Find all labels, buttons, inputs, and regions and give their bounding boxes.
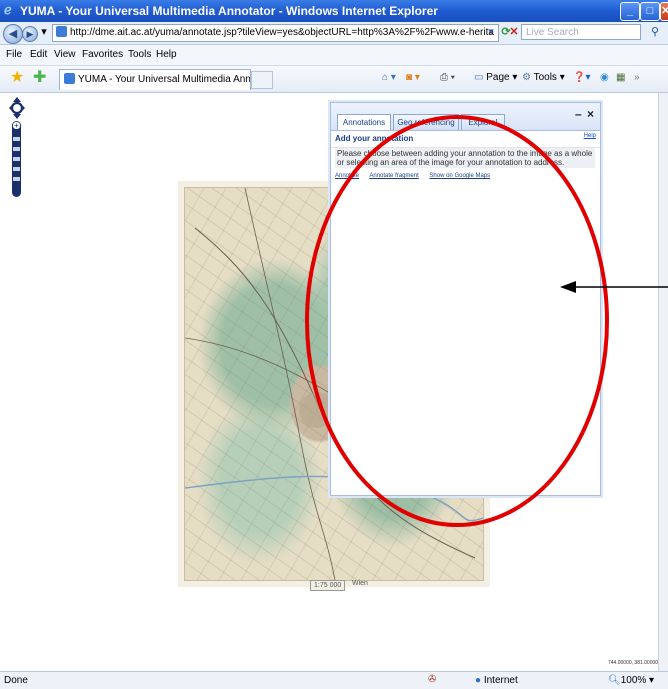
panel-header: – × Annotations Geo referencing Explore! (331, 103, 600, 131)
address-url: http://dme.ait.ac.at/yuma/annotate.jsp?t… (70, 27, 494, 38)
tab-yuma[interactable]: YUMA - Your Universal Multimedia Annotat… (59, 69, 251, 90)
menu-file[interactable]: File (6, 49, 22, 60)
title-bar: ℯ YUMA - Your Universal Multimedia Annot… (0, 0, 668, 22)
tab-explore[interactable]: Explore! (461, 114, 505, 131)
zoom-icon: 🔍︎ (608, 675, 621, 686)
menu-view[interactable]: View (54, 49, 76, 60)
page-menu[interactable]: ▭ Page ▾ (474, 72, 517, 83)
vertical-scrollbar[interactable] (658, 93, 668, 671)
panel-subheader: Add your annotation Help (331, 130, 600, 148)
zone-label: Internet (483, 675, 518, 686)
favorites-bar: ★ ✚ YUMA - Your Universal Multimedia Ann… (0, 66, 668, 93)
home-icon[interactable]: ⌂ ▾ (382, 72, 396, 83)
menu-edit[interactable]: Edit (30, 49, 47, 60)
zoom-level-tick[interactable] (13, 177, 20, 181)
stop-icon[interactable]: ✕ (507, 25, 521, 39)
annotation-panel: – × Annotations Geo referencing Explore!… (330, 102, 601, 496)
zoom-slider[interactable]: + (12, 121, 21, 197)
panel-minimize-icon[interactable]: – (575, 107, 582, 121)
tools-menu[interactable]: ⚙ Tools ▾ (522, 72, 565, 83)
zoom-in-icon[interactable]: + (13, 122, 20, 130)
zoom-level-tick[interactable] (13, 147, 20, 151)
annotate-fragment-link[interactable]: Annotate fragment (369, 173, 418, 179)
menu-favorites[interactable]: Favorites (82, 49, 123, 60)
zoom-level-tick[interactable] (13, 167, 20, 171)
address-dropdown-icon[interactable]: ▾ (484, 25, 498, 39)
status-bar: Done ✇ ● Internet 🔍︎100% ▾ (0, 671, 668, 689)
history-dropdown-icon[interactable]: ▾ (37, 25, 51, 39)
research-icon[interactable]: ◉ (600, 72, 609, 83)
add-favorite-icon[interactable]: ✚ (33, 70, 46, 86)
back-button[interactable]: ◀ (3, 24, 23, 44)
window-title: YUMA - Your Universal Multimedia Annotat… (20, 4, 438, 18)
forward-button[interactable]: ▶ (22, 26, 38, 42)
page-menu-label: Page (486, 72, 510, 83)
address-input[interactable]: http://dme.ait.ac.at/yuma/annotate.jsp?t… (52, 24, 499, 42)
menu-bar: File Edit View Favorites Tools Help (0, 45, 668, 66)
security-icon: ✇ (428, 674, 437, 685)
menu-help[interactable]: Help (156, 49, 177, 60)
zoom-level-tick[interactable] (13, 157, 20, 161)
toolbar-overflow-icon[interactable]: » (634, 72, 640, 83)
security-zone: ● Internet (475, 675, 518, 686)
help-link[interactable]: Help (584, 133, 596, 139)
tab-annotations[interactable]: Annotations (337, 114, 391, 131)
tools-gear-icon: ⚙ (522, 72, 531, 83)
page-icon (56, 26, 67, 37)
pan-control-icon[interactable] (9, 97, 25, 119)
new-tab-button[interactable] (251, 71, 273, 89)
status-text: Done (4, 675, 28, 686)
panel-subtitle: Add your annotation (335, 134, 414, 143)
search-input[interactable]: Live Search (521, 24, 641, 40)
page-menu-icon: ▭ (474, 72, 484, 83)
tools-menu-label: Tools (533, 72, 557, 83)
internet-globe-icon: ● (475, 675, 482, 686)
print-icon[interactable]: ⎙ ▾ (440, 72, 455, 83)
google-maps-link[interactable]: Show on Google Maps (429, 173, 490, 179)
search-icon[interactable]: ⚲ (648, 25, 662, 39)
bookmark-icon[interactable]: ▦ (616, 72, 625, 83)
panel-instructions: Please choose between adding your annota… (335, 148, 595, 168)
panel-actions: Annotate Annotate fragment Show on Googl… (335, 173, 499, 179)
zoom-control[interactable]: 🔍︎100% ▾ (608, 675, 654, 686)
maximize-button[interactable]: □ (640, 2, 660, 21)
feeds-icon[interactable]: ◙ ▾ (406, 72, 420, 83)
help-icon[interactable]: ❓▾ (573, 72, 590, 83)
zoom-level: 100% (620, 675, 647, 686)
map-ref-label: Wien (352, 580, 368, 587)
tab-title: YUMA - Your Universal Multimedia Annotat… (78, 74, 251, 85)
menu-tools[interactable]: Tools (128, 49, 151, 60)
favorites-star-icon[interactable]: ★ (10, 70, 24, 86)
address-row: ◀ ▶ ▾ http://dme.ait.ac.at/yuma/annotate… (0, 22, 668, 45)
annotate-link[interactable]: Annotate (335, 173, 359, 179)
tab-page-icon (64, 73, 75, 84)
map-scale-label: 1:75 000 (310, 580, 346, 591)
coordinate-readout: 744.00000, 381.00000 (608, 660, 659, 666)
tab-geo-referencing[interactable]: Geo referencing (393, 114, 459, 131)
minimize-button[interactable]: _ (620, 2, 640, 21)
panel-close-icon[interactable]: × (587, 107, 594, 121)
zoom-level-tick[interactable] (13, 137, 20, 141)
close-button[interactable]: ✕ (660, 2, 668, 21)
page-content: + 1:75 000 Wien – × Annotations Geo refe… (0, 93, 658, 671)
ie-logo-icon: ℯ (4, 2, 12, 17)
